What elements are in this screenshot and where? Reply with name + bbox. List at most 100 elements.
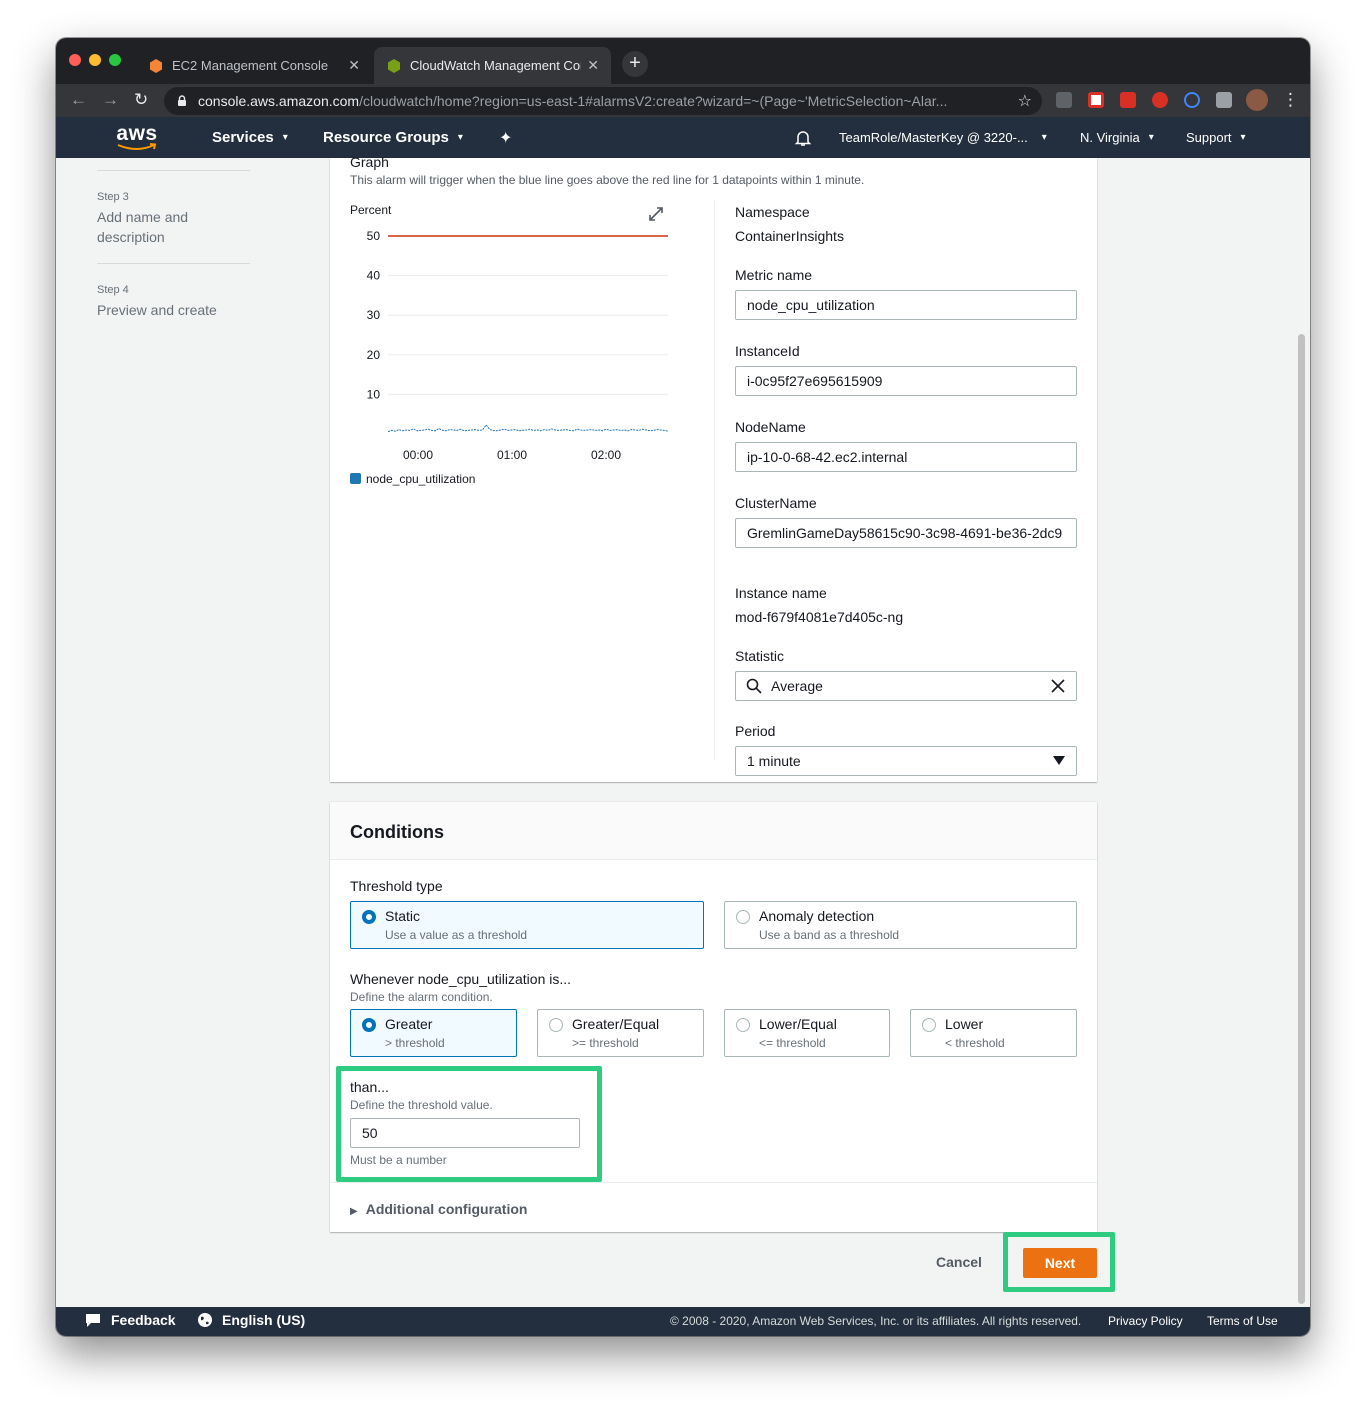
puzzle-icon[interactable] <box>1216 92 1232 108</box>
expand-icon[interactable] <box>648 206 664 222</box>
period-value: 1 minute <box>747 753 801 769</box>
extension-icon[interactable] <box>1088 92 1104 108</box>
console-footer: Feedback English (US) © 2008 - 2020, Ama… <box>56 1307 1310 1336</box>
radio-selected[interactable] <box>362 910 376 924</box>
nodename-input[interactable]: ip-10-0-68-42.ec2.internal <box>735 442 1077 472</box>
nodename-label: NodeName <box>735 419 806 435</box>
instanceid-input[interactable]: i-0c95f27e695615909 <box>735 366 1077 396</box>
threshold-type-anomaly[interactable]: Anomaly detection Use a band as a thresh… <box>724 901 1077 949</box>
extension-icon[interactable] <box>1056 92 1072 108</box>
threshold-type-static[interactable]: Static Use a value as a threshold <box>350 901 704 949</box>
cancel-button[interactable]: Cancel <box>936 1254 982 1270</box>
operator-greater[interactable]: Greater > threshold <box>350 1009 517 1057</box>
tab-ec2[interactable]: EC2 Management Console ✕ <box>136 47 372 84</box>
next-button[interactable]: Next <box>1023 1248 1097 1278</box>
step-number: Step 4 <box>97 284 129 296</box>
language-label: English (US) <box>222 1312 306 1328</box>
tile-desc: <= threshold <box>759 1036 826 1050</box>
bookmark-star-icon[interactable]: ☆ <box>1018 91 1032 111</box>
additional-configuration-toggle[interactable]: ▶ Additional configuration <box>330 1182 1097 1232</box>
account-menu[interactable]: TeamRole/MasterKey @ 3220-... ▾ <box>839 117 1047 158</box>
instance-name-label: Instance name <box>735 585 827 601</box>
y-axis-label: Percent <box>350 203 392 217</box>
operator-lower[interactable]: Lower < threshold <box>910 1009 1077 1057</box>
operator-greater-equal[interactable]: Greater/Equal >= threshold <box>537 1009 704 1057</box>
radio-unselected[interactable] <box>736 1018 750 1032</box>
feedback-link[interactable]: Feedback <box>84 1312 176 1328</box>
panel-divider <box>714 200 715 760</box>
feedback-icon <box>86 1314 100 1327</box>
tab-title: CloudWatch Management Cons <box>410 58 582 73</box>
support-menu[interactable]: Support ▾ <box>1186 117 1246 158</box>
extension-icon[interactable] <box>1184 92 1200 108</box>
extension-icon[interactable] <box>1152 92 1168 108</box>
new-tab-button[interactable]: + <box>622 51 648 77</box>
statistic-input[interactable]: Average <box>735 671 1077 701</box>
scrollbar[interactable] <box>1298 334 1305 1304</box>
resource-groups-menu[interactable]: Resource Groups ▾ <box>323 117 463 158</box>
forward-arrow-icon[interactable]: → <box>102 90 119 110</box>
radio-unselected[interactable] <box>922 1018 936 1032</box>
zoom-window-button[interactable] <box>109 54 121 66</box>
address-bar[interactable]: console.aws.amazon.com /cloudwatch/home?… <box>164 87 1042 115</box>
step-link-add-name[interactable]: Add name and description <box>97 207 250 247</box>
tile-desc: >= threshold <box>572 1036 639 1050</box>
browser-toolbar: ← → ↻ console.aws.amazon.com /cloudwatch… <box>56 84 1310 117</box>
threshold-highlight <box>336 1066 602 1182</box>
y-tick-label: 40 <box>367 269 381 283</box>
statistic-label: Statistic <box>735 648 785 664</box>
step-divider <box>97 263 250 264</box>
close-tab-icon[interactable]: ✕ <box>587 57 599 74</box>
clear-icon[interactable] <box>1051 679 1065 693</box>
y-tick-label: 50 <box>367 229 381 243</box>
minimize-window-button[interactable] <box>89 54 101 66</box>
services-label: Services <box>212 129 274 146</box>
step-link-preview[interactable]: Preview and create <box>97 300 250 320</box>
lock-icon <box>178 95 186 106</box>
metric-name-input[interactable]: node_cpu_utilization <box>735 290 1077 320</box>
avatar[interactable] <box>1246 89 1268 111</box>
close-tab-icon[interactable]: ✕ <box>348 57 360 74</box>
cloudwatch-favicon-icon <box>388 58 400 73</box>
radio-selected[interactable] <box>362 1018 376 1032</box>
terms-link[interactable]: Terms of Use <box>1207 1314 1278 1328</box>
search-icon <box>746 678 762 694</box>
bell-icon <box>794 130 812 146</box>
radio-unselected[interactable] <box>736 910 750 924</box>
extension-icon[interactable] <box>1120 92 1136 108</box>
conditions-header: Conditions <box>330 802 1097 860</box>
region-menu[interactable]: N. Virginia ▾ <box>1080 117 1154 158</box>
threshold-type-label: Threshold type <box>350 878 443 894</box>
region-label: N. Virginia <box>1080 130 1140 145</box>
operator-lower-equal[interactable]: Lower/Equal <= threshold <box>724 1009 890 1057</box>
period-label: Period <box>735 723 776 739</box>
radio-unselected[interactable] <box>549 1018 563 1032</box>
kebab-menu-icon[interactable]: ⋮ <box>1282 90 1299 110</box>
close-window-button[interactable] <box>69 54 81 66</box>
services-menu[interactable]: Services ▾ <box>212 117 288 158</box>
legend-swatch <box>350 473 361 484</box>
pin-icon[interactable]: ✦ <box>499 117 512 158</box>
chevron-down-icon: ▾ <box>457 132 463 143</box>
aws-logo[interactable]: aws <box>116 117 158 158</box>
period-select[interactable]: 1 minute <box>735 746 1077 776</box>
language-selector[interactable]: English (US) <box>197 1312 305 1328</box>
tab-cloudwatch[interactable]: CloudWatch Management Cons ✕ <box>374 47 611 84</box>
y-tick-label: 30 <box>367 308 381 322</box>
metric-chart: Percent 10 20 30 40 50 00:00 01:00 02:00 node_cpu… <box>330 198 690 498</box>
tab-title: EC2 Management Console <box>172 58 329 73</box>
tile-label: Lower <box>945 1016 984 1032</box>
clustername-input[interactable]: GremlinGameDay58615c90-3c98-4691-be36-2d… <box>735 518 1077 548</box>
whenever-desc: Define the alarm condition. <box>350 990 493 1004</box>
wizard-steps: Step 3 Add name and description Step 4 P… <box>97 170 250 320</box>
url-host: console.aws.amazon.com <box>198 93 360 109</box>
additional-config-row: ▶ Additional configuration <box>350 1201 527 1217</box>
notifications-bell[interactable] <box>794 117 812 158</box>
back-arrow-icon[interactable]: ← <box>70 90 87 110</box>
tile-desc: Use a band as a threshold <box>759 928 900 942</box>
graph-description: This alarm will trigger when the blue li… <box>350 173 865 187</box>
ec2-favicon-icon <box>150 58 162 73</box>
reload-icon[interactable]: ↻ <box>134 90 148 110</box>
privacy-link[interactable]: Privacy Policy <box>1108 1314 1183 1328</box>
series-line <box>387 424 669 433</box>
